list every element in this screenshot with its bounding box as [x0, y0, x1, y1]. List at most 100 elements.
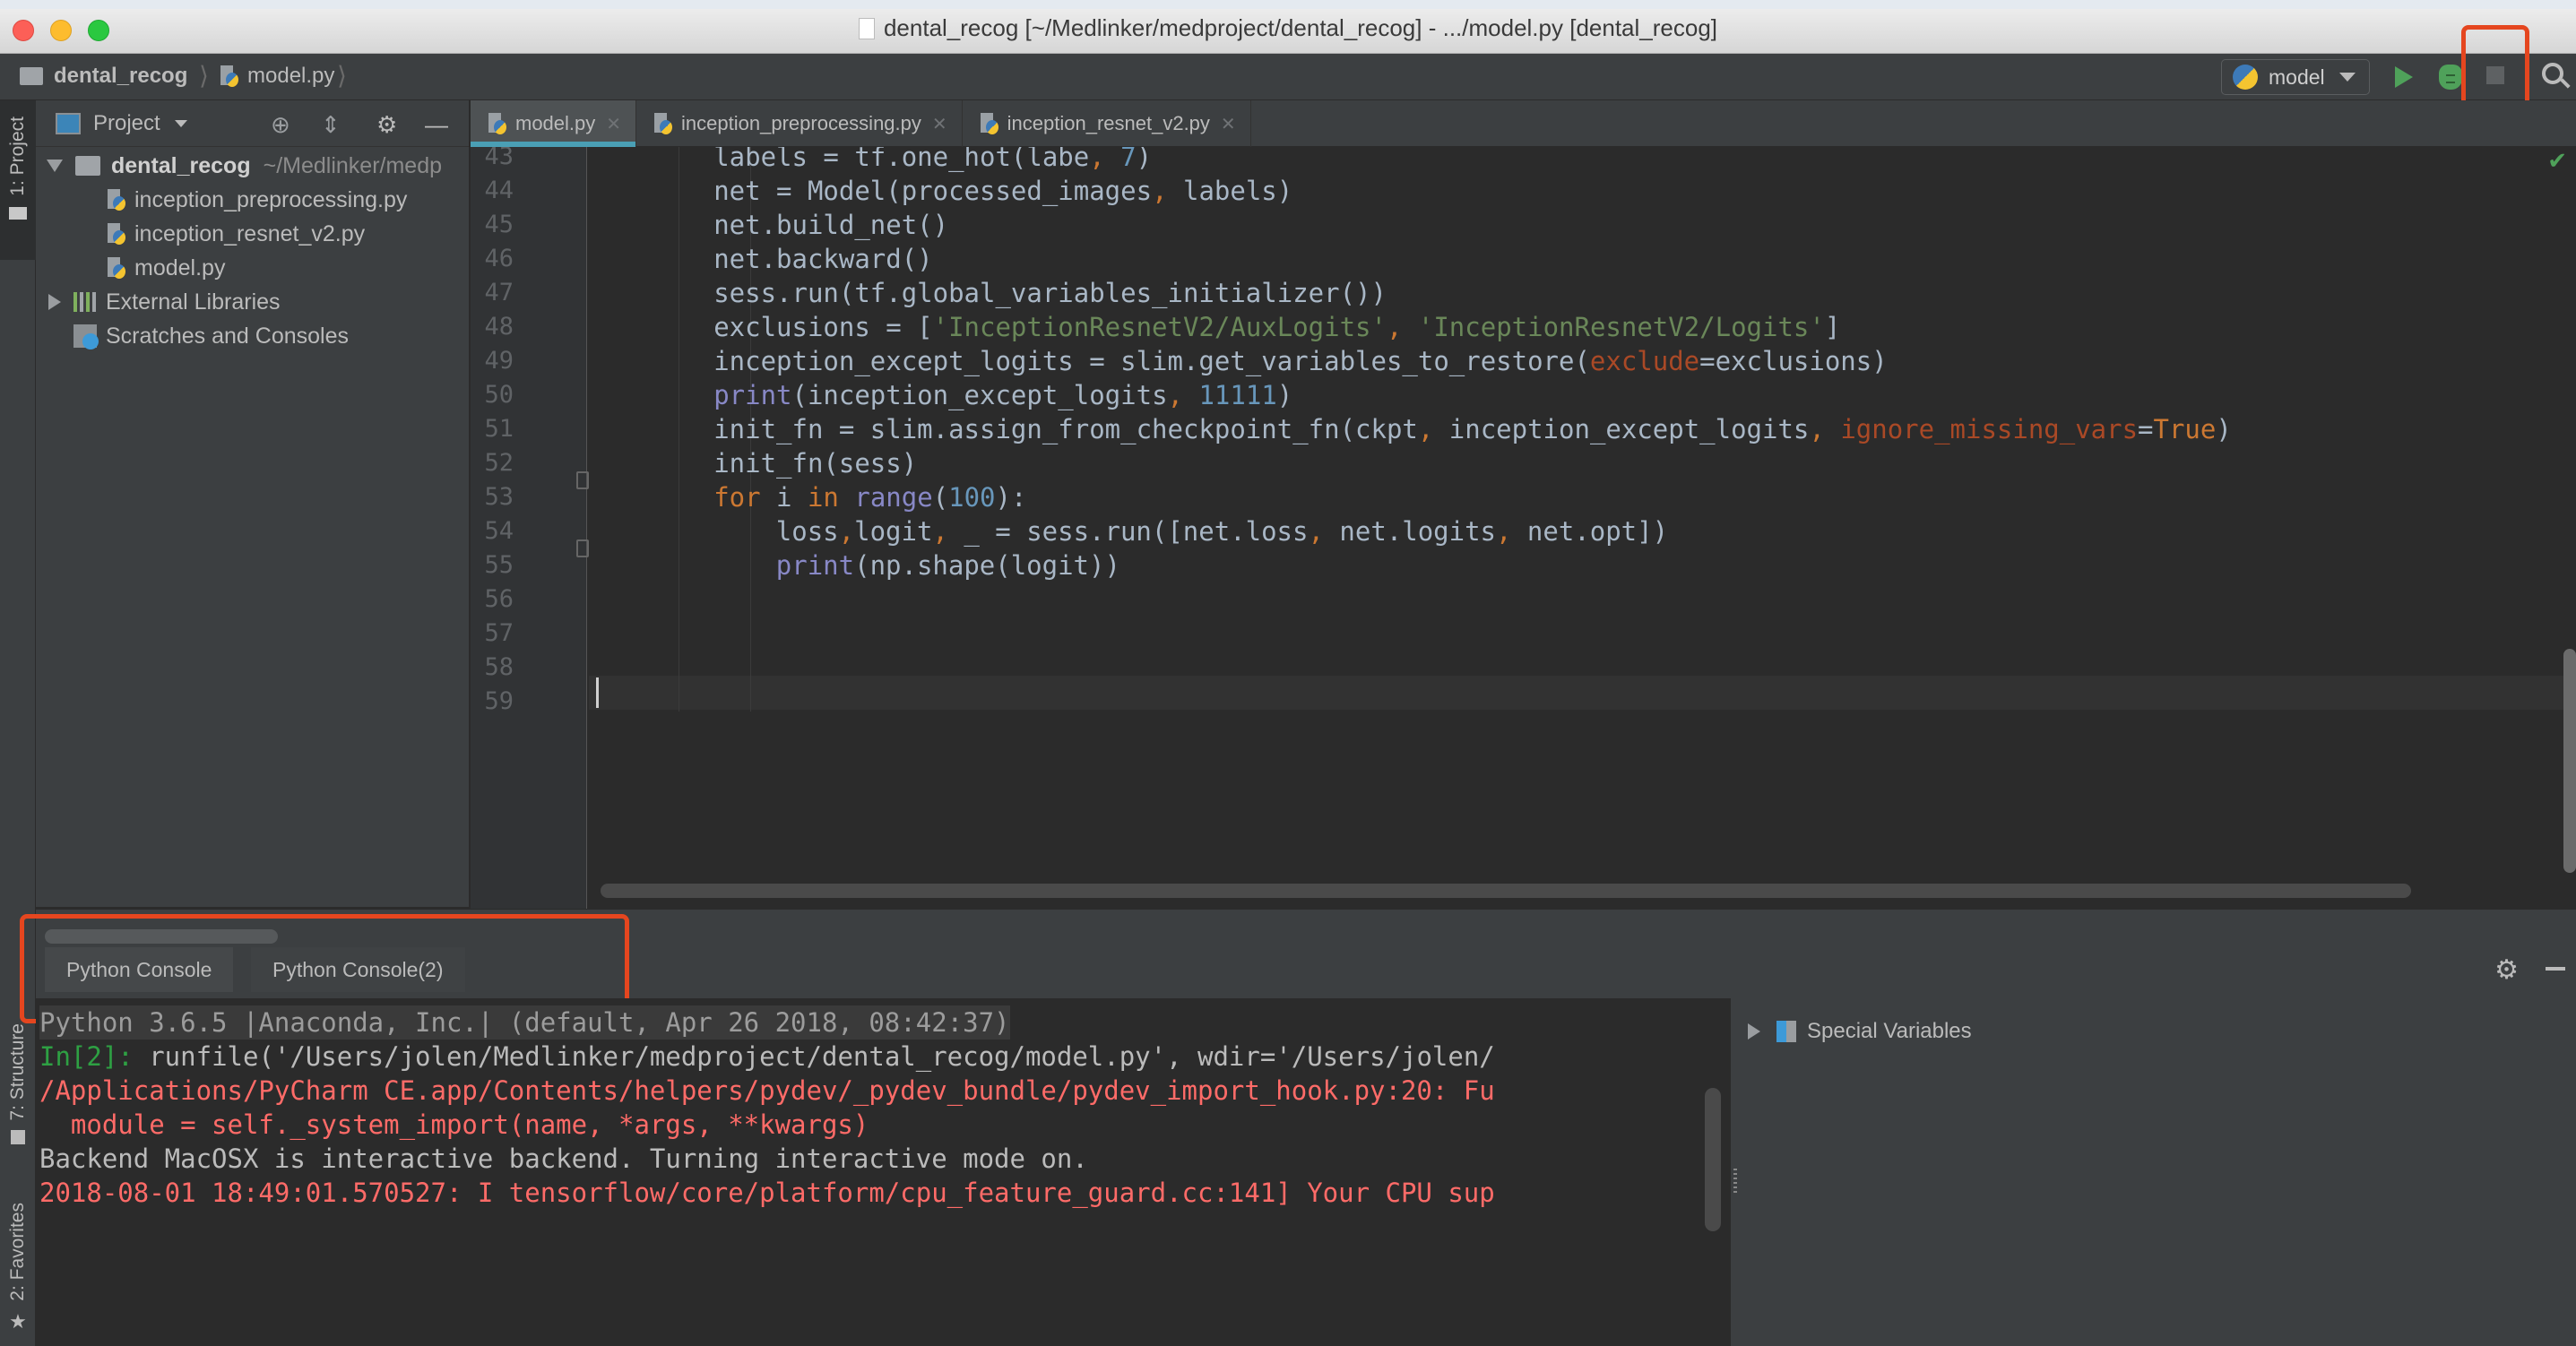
no-problems-check-icon[interactable]: ✔	[2547, 147, 2567, 175]
variable-row-special[interactable]: Special Variables	[1748, 1013, 1972, 1050]
breadcrumb-separator: ⟩	[337, 62, 347, 90]
line-number: 56	[484, 585, 514, 613]
tree-item-root[interactable]: dental_recog ~/Medlinker/medp	[36, 149, 469, 183]
code-line[interactable]: init_fn = slim.assign_from_checkpoint_fn…	[713, 412, 2232, 446]
breadcrumb-separator: ⟩	[199, 62, 209, 90]
line-number: 59	[484, 687, 514, 715]
run-configuration-dropdown[interactable]: model	[2221, 59, 2370, 95]
locate-crosshair-icon[interactable]: ⊕	[271, 111, 290, 139]
close-tab-icon[interactable]: ✕	[932, 113, 947, 135]
console-tab-python-console[interactable]: Python Console	[45, 947, 234, 992]
code-line[interactable]: init_fn(sess)	[713, 446, 917, 480]
root-folder-name: dental_recog	[111, 152, 251, 178]
tool-tab-favorites[interactable]: 2: Favorites ★	[0, 1203, 36, 1333]
python-console-output[interactable]: Python 3.6.5 |Anaconda, Inc.| (default, …	[36, 998, 1730, 1346]
line-number: 49	[484, 347, 514, 375]
tree-item-label: Scratches and Consoles	[106, 323, 349, 349]
console-vertical-scrollbar[interactable]	[1705, 1088, 1721, 1231]
libraries-icon	[73, 292, 97, 312]
console-line-error: module = self._system_import(name, *args…	[39, 1109, 869, 1140]
console-tab-python-console-2[interactable]: Python Console(2)	[251, 947, 465, 992]
expand-arrow-icon[interactable]	[48, 294, 61, 310]
tree-item-scratches[interactable]: Scratches and Consoles	[36, 319, 469, 353]
breadcrumb-file-label: model.py	[247, 64, 335, 88]
debug-bug-icon[interactable]	[2439, 65, 2462, 90]
variables-pane: Special Variables	[1739, 998, 2576, 1346]
editor-vertical-scrollbar[interactable]	[2563, 649, 2576, 873]
gear-icon[interactable]: ⚙	[2494, 954, 2519, 986]
tool-tab-structure[interactable]: 7: Structure	[0, 1023, 36, 1144]
tree-item-file[interactable]: model.py	[36, 251, 469, 285]
close-tab-icon[interactable]: ✕	[606, 113, 621, 135]
tree-item-label: model.py	[134, 255, 226, 280]
code-line[interactable]: exclusions = ['InceptionResnetV2/AuxLogi…	[713, 310, 1840, 344]
close-tab-icon[interactable]: ✕	[1221, 113, 1236, 135]
console-tool-window-header: Python Console Python Console(2) ⚙	[36, 909, 2576, 998]
tool-tab-structure-label: 7: Structure	[7, 1023, 28, 1121]
code-area[interactable]: labels = tf.one_hot(labe, 7) net = Model(…	[589, 147, 2576, 909]
code-line[interactable]: net.backward()	[713, 242, 932, 276]
line-number: 52	[484, 449, 514, 477]
tree-item-file[interactable]: inception_resnet_v2.py	[36, 217, 469, 251]
tree-item-external-libraries[interactable]: External Libraries	[36, 285, 469, 319]
editor-tab-inception-resnet-v2[interactable]: inception_resnet_v2.py ✕	[963, 100, 1251, 147]
chevron-down-icon[interactable]	[174, 119, 187, 127]
star-icon: ★	[9, 1309, 27, 1333]
window-titlebar: dental_recog [~/Medlinker/medproject/den…	[0, 0, 2576, 54]
run-icon[interactable]	[2395, 66, 2413, 88]
project-view-selector[interactable]: Project	[93, 111, 160, 136]
code-line[interactable]: net = Model(processed_images, labels)	[713, 174, 1292, 208]
code-line[interactable]: print(np.shape(logit))	[776, 548, 1120, 582]
code-line[interactable]: loss,logit, _ = sess.run([net.loss, net.…	[776, 514, 1668, 548]
drag-handle-icon[interactable]	[1733, 1169, 1737, 1195]
editor-horizontal-scrollbar[interactable]	[601, 884, 2411, 898]
expand-arrow-icon[interactable]	[1748, 1023, 1760, 1040]
tool-tab-project[interactable]: 1: Project	[0, 100, 36, 260]
breadcrumb-file[interactable]: model.py	[220, 64, 334, 89]
line-number: 53	[484, 483, 514, 511]
line-number: 46	[484, 245, 514, 272]
line-number: 50	[484, 381, 514, 409]
console-tab-label: Python Console	[66, 957, 212, 981]
code-line[interactable]: sess.run(tf.global_variables_initializer…	[713, 276, 1387, 310]
tree-item-label: External Libraries	[106, 289, 281, 315]
root-folder-path: ~/Medlinker/medp	[263, 152, 443, 178]
code-line[interactable]: for i in range(100):	[713, 480, 1026, 514]
tab-strip-scrollbar[interactable]	[45, 929, 278, 944]
python-file-icon	[654, 113, 674, 134]
fold-marker-icon[interactable]	[576, 539, 589, 557]
breadcrumb-project[interactable]: dental_recog	[20, 64, 187, 89]
editor-tab-inception-preprocessing[interactable]: inception_preprocessing.py ✕	[636, 100, 963, 147]
window-title: dental_recog [~/Medlinker/medproject/den…	[883, 14, 1718, 41]
stop-icon[interactable]	[2486, 66, 2504, 84]
hide-panel-icon[interactable]: —	[425, 111, 448, 139]
python-file-icon	[220, 65, 240, 87]
tree-item-file[interactable]: inception_preprocessing.py	[36, 183, 469, 217]
search-icon[interactable]	[2542, 63, 2563, 84]
collapse-all-icon[interactable]: ⇕	[321, 111, 341, 139]
editor-tab-model[interactable]: model.py ✕	[471, 100, 637, 147]
left-tool-stripe: 1: Project 7: Structure 2: Favorites ★	[0, 100, 36, 1346]
scratches-icon	[73, 324, 99, 349]
variable-label: Special Variables	[1807, 1019, 1972, 1043]
code-line[interactable]: print(inception_except_logits, 11111)	[713, 378, 1292, 412]
fold-marker-icon[interactable]	[576, 471, 589, 489]
hide-panel-icon[interactable]	[2546, 967, 2565, 971]
code-editor[interactable]: 43 44 45 46 47 48 49 50 51 52 53 54 55 56 57 58 59 label…	[471, 147, 2576, 909]
python-file-icon	[980, 113, 1000, 134]
tree-item-label: inception_preprocessing.py	[134, 186, 408, 212]
project-tree: dental_recog ~/Medlinker/medp inception_…	[36, 147, 469, 353]
console-variables-splitter[interactable]	[1730, 998, 1739, 1346]
editor-gutter: 43 44 45 46 47 48 49 50 51 52 53 54 55 56 57 58 59	[471, 147, 587, 909]
line-number: 58	[484, 653, 514, 681]
code-line[interactable]: inception_except_logits = slim.get_varia…	[713, 344, 1887, 378]
tool-tab-project-label: 1: Project	[7, 116, 28, 196]
console-line-error: /Applications/PyCharm CE.app/Contents/he…	[39, 1075, 1495, 1106]
code-line[interactable]: labels = tf.one_hot(labe, 7)	[713, 147, 1152, 174]
gear-icon[interactable]: ⚙	[376, 111, 397, 139]
window-title-container: dental_recog [~/Medlinker/medproject/den…	[0, 14, 2576, 42]
code-line[interactable]: net.build_net()	[713, 208, 948, 242]
editor-tab-label: model.py	[515, 112, 596, 134]
editor-tab-label: inception_resnet_v2.py	[1007, 112, 1210, 134]
expand-arrow-icon[interactable]	[47, 160, 63, 172]
